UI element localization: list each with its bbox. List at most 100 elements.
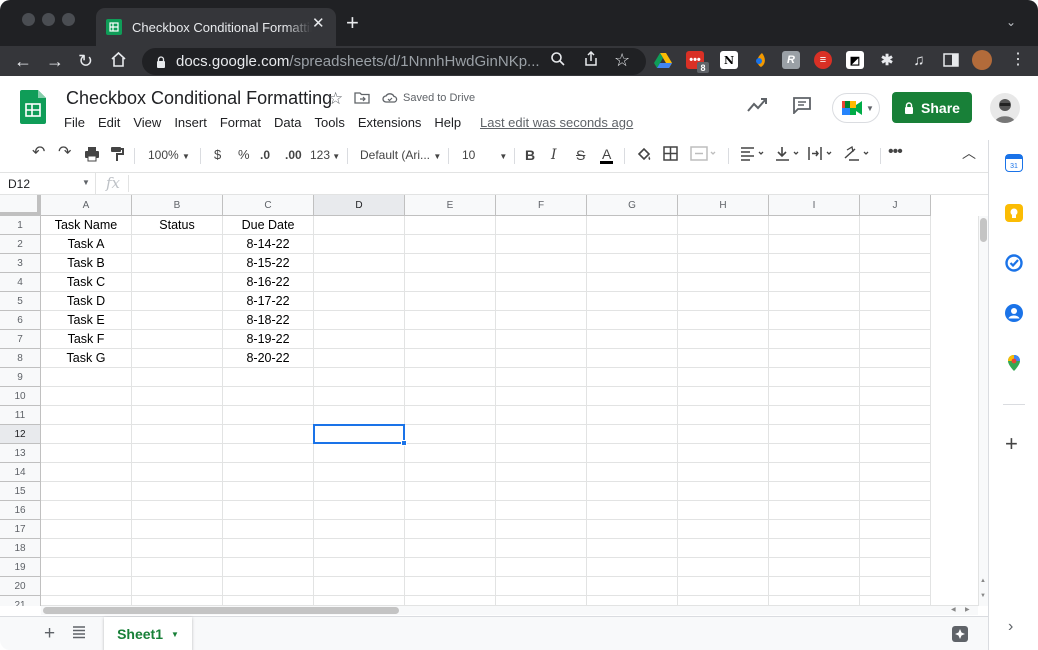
cell-j5[interactable] (860, 292, 931, 311)
cell-b19[interactable] (132, 558, 223, 577)
cell-b17[interactable] (132, 520, 223, 539)
cell-c12[interactable] (223, 425, 314, 444)
cell-h13[interactable] (678, 444, 769, 463)
cell-g2[interactable] (587, 235, 678, 254)
cell-d2[interactable] (314, 235, 405, 254)
row-header-7[interactable]: 7 (0, 330, 41, 349)
menu-help[interactable]: Help (434, 115, 461, 130)
cell-j9[interactable] (860, 368, 931, 387)
window-close-button[interactable] (22, 13, 35, 26)
cell-g4[interactable] (587, 273, 678, 292)
cell-d3[interactable] (314, 254, 405, 273)
cell-b15[interactable] (132, 482, 223, 501)
sheet-tab-active[interactable]: Sheet1 ▼ (104, 617, 192, 650)
horizontal-scrollbar[interactable]: ◀ ▶ (41, 605, 978, 615)
tasks-icon[interactable] (1005, 254, 1023, 272)
cell-g3[interactable] (587, 254, 678, 273)
fill-color-icon[interactable] (636, 146, 652, 166)
cell-c7[interactable]: 8-19-22 (223, 330, 314, 349)
cell-b4[interactable] (132, 273, 223, 292)
scroll-up-arrow-icon[interactable]: ▲ (980, 578, 986, 584)
cell-i17[interactable] (769, 520, 860, 539)
row-header-19[interactable]: 19 (0, 558, 41, 577)
cell-j4[interactable] (860, 273, 931, 292)
comment-history-icon[interactable] (792, 96, 812, 114)
maps-icon[interactable] (1005, 354, 1023, 372)
cell-a3[interactable]: Task B (41, 254, 132, 273)
cell-a15[interactable] (41, 482, 132, 501)
cell-d4[interactable] (314, 273, 405, 292)
cell-a8[interactable]: Task G (41, 349, 132, 368)
cell-h4[interactable] (678, 273, 769, 292)
cell-j6[interactable] (860, 311, 931, 330)
menu-tools[interactable]: Tools (314, 115, 344, 130)
cell-f12[interactable] (496, 425, 587, 444)
cell-a17[interactable] (41, 520, 132, 539)
cell-c5[interactable]: 8-17-22 (223, 292, 314, 311)
cell-h1[interactable] (678, 216, 769, 235)
cell-f15[interactable] (496, 482, 587, 501)
row-header-2[interactable]: 2 (0, 235, 41, 254)
row-header-11[interactable]: 11 (0, 406, 41, 425)
font-size-select[interactable]: 10 ▼ (462, 147, 507, 165)
more-options-icon[interactable]: ••• (888, 144, 903, 160)
tab-search-chevron-icon[interactable]: ⌄ (1006, 15, 1016, 29)
vertical-scroll-thumb[interactable] (980, 218, 987, 242)
notion-extension-icon[interactable]: N (720, 51, 738, 69)
share-page-icon[interactable] (583, 50, 599, 72)
column-header-d[interactable]: D (314, 195, 405, 216)
cell-e8[interactable] (405, 349, 496, 368)
browser-tab-active[interactable]: Checkbox Conditional Formatting (96, 8, 336, 46)
cell-h8[interactable] (678, 349, 769, 368)
zoom-search-icon[interactable] (550, 50, 566, 72)
cell-c2[interactable]: 8-14-22 (223, 235, 314, 254)
cell-f1[interactable] (496, 216, 587, 235)
cell-b11[interactable] (132, 406, 223, 425)
scroll-right-arrow-icon[interactable]: ▶ (965, 606, 970, 613)
cell-e13[interactable] (405, 444, 496, 463)
horizontal-align-icon[interactable] (740, 146, 768, 165)
side-panel-icon[interactable] (942, 51, 960, 69)
cell-h15[interactable] (678, 482, 769, 501)
window-maximize-button[interactable] (62, 13, 75, 26)
menu-format[interactable]: Format (220, 115, 261, 130)
cell-i16[interactable] (769, 501, 860, 520)
row-header-6[interactable]: 6 (0, 311, 41, 330)
row-header-20[interactable]: 20 (0, 577, 41, 596)
calendar-icon[interactable]: 31 (1005, 154, 1023, 172)
fill-handle[interactable] (401, 440, 407, 446)
cell-j14[interactable] (860, 463, 931, 482)
row-header-21[interactable]: 21 (0, 596, 41, 606)
cell-b1[interactable]: Status (132, 216, 223, 235)
cell-f16[interactable] (496, 501, 587, 520)
cell-j2[interactable] (860, 235, 931, 254)
cell-i6[interactable] (769, 311, 860, 330)
redo-icon[interactable]: ↷ (58, 145, 71, 161)
star-document-icon[interactable]: ☆ (328, 89, 343, 109)
sheets-logo-icon[interactable] (20, 90, 46, 124)
bold-button[interactable]: B (525, 147, 535, 163)
cell-h14[interactable] (678, 463, 769, 482)
cell-g16[interactable] (587, 501, 678, 520)
cell-g6[interactable] (587, 311, 678, 330)
borders-icon[interactable] (663, 146, 678, 165)
row-header-13[interactable]: 13 (0, 444, 41, 463)
column-header-i[interactable]: I (769, 195, 860, 216)
cell-g15[interactable] (587, 482, 678, 501)
cell-c15[interactable] (223, 482, 314, 501)
cell-j18[interactable] (860, 539, 931, 558)
cell-b20[interactable] (132, 577, 223, 596)
cell-g10[interactable] (587, 387, 678, 406)
row-header-15[interactable]: 15 (0, 482, 41, 501)
vertical-scrollbar[interactable]: ▲ ▼ (978, 216, 988, 606)
user-avatar[interactable] (990, 93, 1020, 123)
row-header-12[interactable]: 12 (0, 425, 41, 444)
cell-j19[interactable] (860, 558, 931, 577)
bookmark-star-icon[interactable]: ☆ (614, 49, 630, 71)
cell-h10[interactable] (678, 387, 769, 406)
menu-edit[interactable]: Edit (98, 115, 120, 130)
cell-j16[interactable] (860, 501, 931, 520)
cell-a13[interactable] (41, 444, 132, 463)
cell-a12[interactable] (41, 425, 132, 444)
cell-f13[interactable] (496, 444, 587, 463)
